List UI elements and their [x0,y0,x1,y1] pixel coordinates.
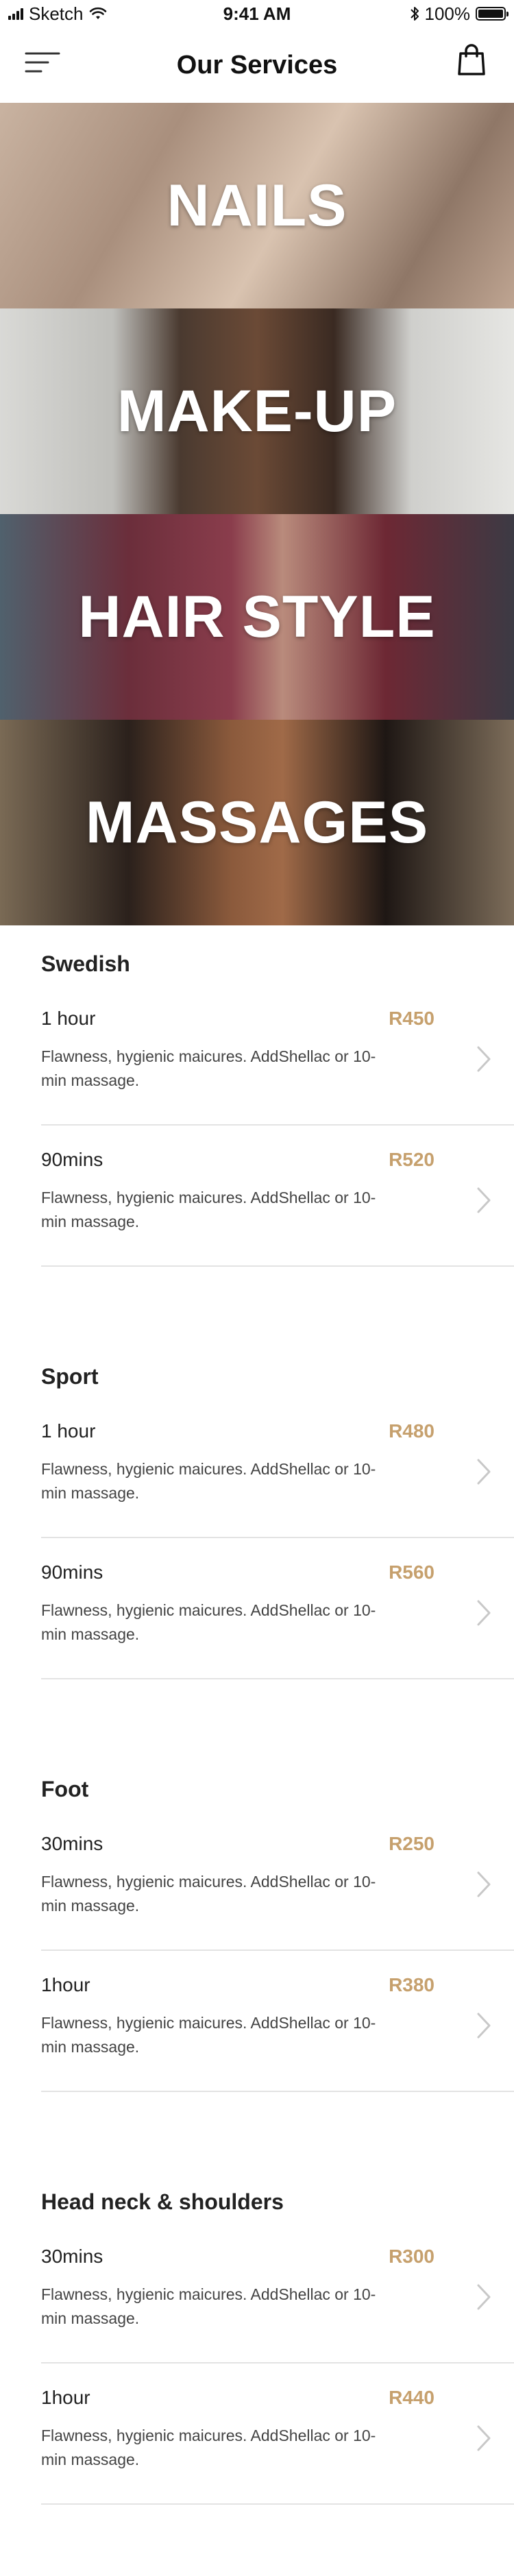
services-list: Swedish 1 hour R450 Flawness, hygienic ma… [0,925,514,2576]
banner-nails[interactable]: NAILS [0,103,514,308]
service-price: R520 [389,1149,435,1170]
battery-percent: 100% [424,3,471,24]
page-title: Our Services [176,50,338,80]
status-left: Sketch [8,3,107,25]
banner-label: MAKE-UP [117,378,397,444]
menu-icon [25,52,60,73]
service-duration: 90mins [41,1149,103,1170]
service-row[interactable]: 1 hour R480 Flawness, hygienic maicures. … [41,1397,514,1538]
service-price: R480 [389,1420,435,1442]
banner-massages[interactable]: MASSAGES [0,720,514,925]
service-section-foot: Foot 30mins R250 Flawness, hygienic maicu… [0,1751,514,2092]
battery-icon [476,7,509,21]
service-description: Flawness, hygienic maicures. AddShellac … [41,2427,376,2468]
chevron-right-icon [477,1600,491,1626]
service-price: R300 [389,2246,435,2267]
service-description: Flawness, hygienic maicures. AddShellac … [41,1047,376,1089]
service-description: Flawness, hygienic maicures. AddShellac … [41,1189,376,1230]
service-description: Flawness, hygienic maicures. AddShellac … [41,2285,376,2327]
service-price: R380 [389,1974,435,1995]
section-title: Head neck & shoulders [41,2189,284,2214]
section-title: Sport [41,1364,99,1389]
chevron-right-icon [477,1187,491,1213]
service-price: R560 [389,1562,435,1583]
service-duration: 30mins [41,2246,103,2267]
chevron-right-icon [477,1871,491,1897]
chevron-right-icon [477,1046,491,1072]
service-row[interactable]: 30mins R250 Flawness, hygienic maicures. … [41,1810,514,1951]
service-duration: 1 hour [41,1008,96,1029]
banner-label: MASSAGES [85,789,429,855]
service-duration: 1 hour [41,1420,96,1442]
service-row[interactable]: 30mins R300 Flawness, hygienic maicures. … [41,2222,514,2364]
chevron-right-icon [477,2013,491,2039]
cart-button[interactable] [452,41,491,80]
service-row[interactable]: 90mins R520 Flawness, hygienic maicures. … [41,1126,514,1267]
service-row[interactable]: 1hour R440 Flawness, hygienic maicures. A… [41,2364,514,2505]
status-right: 100% [410,3,509,25]
shopping-bag-icon [458,44,485,75]
nav-bar: Our Services [0,27,514,103]
banner-label: HAIR STYLE [78,583,436,650]
service-price: R450 [389,1008,435,1029]
banner-label: NAILS [167,172,347,239]
banner-makeup[interactable]: MAKE-UP [0,308,514,514]
service-price: R440 [389,2387,435,2408]
menu-button[interactable] [23,45,64,80]
service-section-swedish: Swedish 1 hour R450 Flawness, hygienic ma… [0,925,514,1267]
section-title: Foot [41,1777,89,1801]
service-duration: 1hour [41,1974,90,1995]
bluetooth-icon [410,7,419,21]
service-description: Flawness, hygienic maicures. AddShellac … [41,1601,376,1643]
chevron-right-icon [477,2425,491,2451]
chevron-right-icon [477,2284,491,2310]
service-row[interactable]: 1 hour R450 Flawness, hygienic maicures. … [41,984,514,1126]
service-description: Flawness, hygienic maicures. AddShellac … [41,1873,376,1915]
category-banners: NAILS MAKE-UP HAIR STYLE MASSAGES [0,103,514,925]
service-row[interactable]: 90mins R560 Flawness, hygienic maicures. … [41,1538,514,1679]
section-title: Swedish [41,951,130,976]
service-section-head-neck-shoulders: Head neck & shoulders 30mins R300 Flawnes… [0,2163,514,2505]
service-duration: 30mins [41,1833,103,1854]
status-bar: Sketch 9:41 AM 100% [0,0,514,27]
service-duration: 90mins [41,1562,103,1583]
carrier-label: Sketch [29,3,84,24]
battery-level [478,10,503,18]
wifi-icon [89,7,106,19]
service-price: R250 [389,1833,435,1854]
chevron-right-icon [477,1459,491,1485]
service-description: Flawness, hygienic maicures. AddShellac … [41,2014,376,2056]
service-row[interactable]: 1hour R380 Flawness, hygienic maicures. A… [41,1951,514,2092]
service-section-sport: Sport 1 hour R480 Flawness, hygienic maic… [0,1338,514,1679]
service-duration: 1hour [41,2387,90,2408]
signal-icon [8,8,23,20]
banner-hair-style[interactable]: HAIR STYLE [0,514,514,720]
service-description: Flawness, hygienic maicures. AddShellac … [41,1460,376,1502]
